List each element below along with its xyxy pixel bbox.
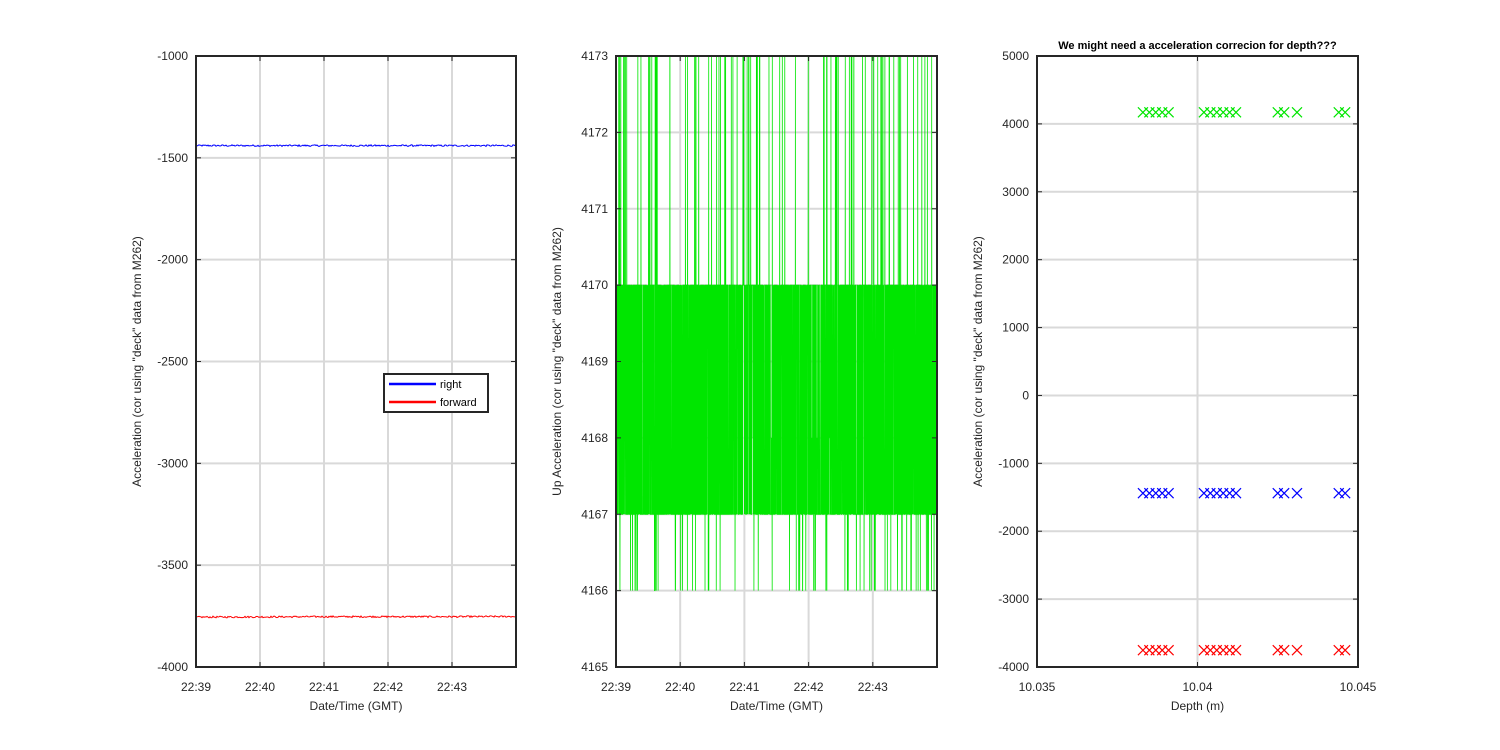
- x-tick-label: 22:39: [601, 680, 631, 694]
- y-tick-label: -3000: [157, 456, 188, 470]
- x-axis-label: Date/Time (GMT): [730, 699, 823, 713]
- x-tick-label: 10.045: [1340, 680, 1377, 694]
- y-tick-label: 0: [1022, 388, 1029, 402]
- legend-label: forward: [440, 397, 477, 409]
- x-tick-label: 22:42: [373, 680, 403, 694]
- figure: 22:39 22:40 22:41 22:42 22:43 -1000 -1500 -2000…: [130, 40, 1377, 713]
- y-tick-label: -2000: [998, 524, 1029, 538]
- legend: right forward: [383, 373, 489, 413]
- x-tick-label: 22:40: [665, 680, 695, 694]
- y-tick-label: 3000: [1002, 185, 1029, 199]
- y-tick-label: 4171: [581, 202, 608, 216]
- panel-1: 22:39 22:40 22:41 22:42 22:43 -1000 -1500 -2000…: [130, 49, 517, 713]
- y-tick-label: 4169: [581, 355, 608, 369]
- x-tick-label: 22:43: [437, 680, 467, 694]
- y-axis-label: Acceleration (cor using "deck" data from…: [971, 236, 985, 487]
- panel-3: 10.035 10.04 10.045 5000 4000 3000 2000 1000 0 -1…: [971, 40, 1377, 713]
- y-tick-label: -4000: [157, 660, 188, 674]
- y-axis-label: Acceleration (cor using "deck" data from…: [130, 236, 144, 487]
- legend-label: right: [440, 379, 461, 391]
- x-axis-label: Depth (m): [1171, 699, 1224, 713]
- y-tick-label: -3500: [157, 558, 188, 572]
- y-tick-label: -1500: [157, 151, 188, 165]
- panel-2: 22:39 22:40 22:41 22:42 22:43 4173 4172 4171 417…: [550, 49, 938, 713]
- y-axis-label: Up Acceleration (cor using "deck" data f…: [550, 227, 564, 496]
- y-tick-label: 4168: [581, 431, 608, 445]
- y-tick-label: -2000: [157, 253, 188, 267]
- y-tick-label: 4165: [581, 660, 608, 674]
- y-tick-label: 4173: [581, 49, 608, 63]
- y-tick-label: -3000: [998, 592, 1029, 606]
- y-tick-label: -1000: [998, 456, 1029, 470]
- y-tick-label: -4000: [998, 660, 1029, 674]
- x-tick-label: 22:43: [858, 680, 888, 694]
- x-tick-label: 10.04: [1182, 680, 1212, 694]
- y-tick-label: 4167: [581, 507, 608, 521]
- y-tick-label: 4170: [581, 278, 608, 292]
- y-tick-label: 5000: [1002, 49, 1029, 63]
- y-tick-label: 1000: [1002, 321, 1029, 335]
- y-tick-label: -2500: [157, 355, 188, 369]
- x-axis-label: Date/Time (GMT): [310, 699, 403, 713]
- y-tick-label: 2000: [1002, 253, 1029, 267]
- x-tick-label: 22:40: [245, 680, 275, 694]
- chart-title: We might need a acceleration correcion f…: [1058, 40, 1337, 52]
- x-tick-label: 22:41: [309, 680, 339, 694]
- x-tick-label: 22:39: [181, 680, 211, 694]
- y-tick-label: 4166: [581, 584, 608, 598]
- y-tick-label: -1000: [157, 49, 188, 63]
- y-tick-label: 4172: [581, 125, 608, 139]
- y-tick-label: 4000: [1002, 117, 1029, 131]
- x-tick-label: 10.035: [1019, 680, 1056, 694]
- x-tick-label: 22:42: [794, 680, 824, 694]
- x-tick-label: 22:41: [729, 680, 759, 694]
